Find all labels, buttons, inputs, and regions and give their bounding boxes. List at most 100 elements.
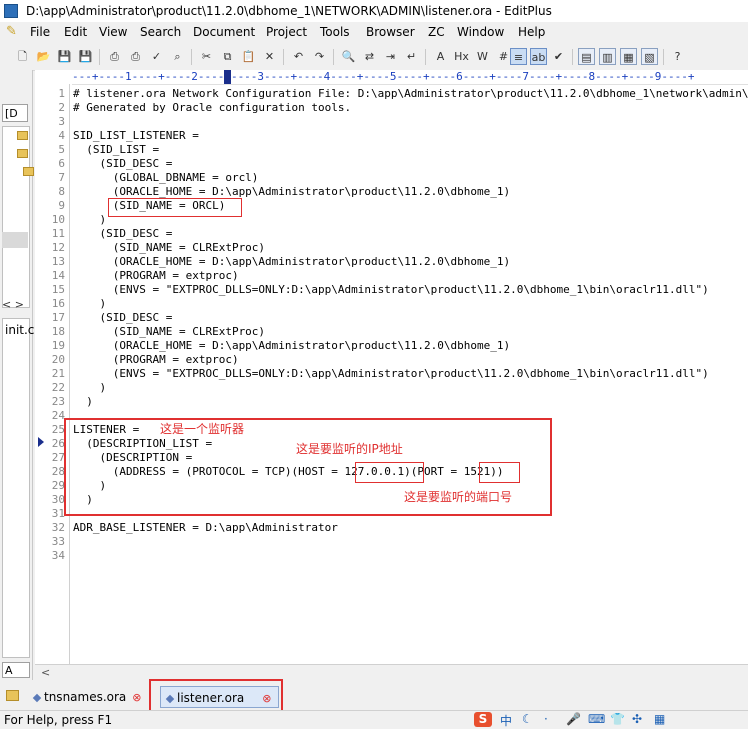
code-line[interactable]: (PROGRAM = extproc) [73,269,239,283]
output-window-icon[interactable]: ▦ [620,48,637,65]
punctuation-icon[interactable]: · [544,712,548,726]
mic-icon[interactable]: 🎤 [566,712,581,726]
code-line[interactable]: ) [73,213,106,227]
code-line[interactable]: ADR_BASE_LISTENER = D:\app\Administrator [73,521,338,535]
menu-view[interactable]: View [99,25,127,39]
code-line[interactable]: (ORACLE_HOME = D:\app\Administrator\prod… [73,339,510,353]
folder-tree[interactable] [2,126,34,308]
menu-help[interactable]: Help [518,25,545,39]
directory-window-icon[interactable]: ▤ [578,48,595,65]
horizontal-scrollbar[interactable]: < [35,664,748,682]
redo-icon[interactable]: ↷ [311,48,328,65]
close-icon[interactable]: ⊗ [132,691,141,704]
line-number: 25 [51,423,65,436]
code-line[interactable]: (SID_LIST = [73,143,159,157]
shirt-icon[interactable]: 👕 [610,712,625,726]
file-list-item[interactable]: init.c [5,323,34,337]
delete-icon[interactable]: ✕ [261,48,278,65]
copy-icon[interactable]: ⧉ [219,48,236,65]
grid-icon[interactable]: ▦ [654,712,665,726]
moon-icon[interactable]: ☾ [522,712,533,726]
code-line[interactable]: # listener.ora Network Configuration Fil… [73,87,748,101]
find-icon[interactable]: 🔍 [340,48,357,65]
line-number: 29 [51,479,65,492]
menu-project[interactable]: Project [266,25,307,39]
tools-icon[interactable]: ✣ [632,712,642,726]
folder-icon[interactable] [17,149,28,158]
line-number: 31 [51,507,65,520]
tab-tnsnames[interactable]: tnsnames.ora ⊗ [32,686,142,708]
font-icon[interactable]: A [432,48,449,65]
menu-zc[interactable]: ZC [428,25,445,39]
save-all-icon[interactable]: 💾 [77,48,94,65]
file-filter-combo[interactable]: A [2,662,30,678]
ime-mode-chinese[interactable]: 中 [500,712,512,729]
code-line[interactable]: (PROGRAM = extproc) [73,353,239,367]
tree-scroll-arrows[interactable]: < > [2,298,24,311]
cut-icon[interactable]: ✂ [198,48,215,65]
save-icon[interactable]: 💾 [56,48,73,65]
line-number: 33 [51,535,65,548]
spellcheck-as-you-type-icon[interactable]: ab [530,48,547,65]
ruler-toggle-icon[interactable]: ≡ [510,48,527,65]
scroll-left-icon[interactable]: < [41,666,50,679]
paste-icon[interactable]: 📋 [240,48,257,65]
code-line[interactable]: ) [73,297,106,311]
code-line[interactable]: ) [73,395,93,409]
code-line[interactable]: (GLOBAL_DBNAME = orcl) [73,171,259,185]
active-tab-highlight [149,679,283,713]
directory-panel: [D < > init.c A [0,70,34,680]
drive-dropdown[interactable]: [D [2,104,28,122]
menu-tools[interactable]: Tools [320,25,350,39]
menu-browser[interactable]: Browser [366,25,415,39]
line-number: 22 [51,381,65,394]
code-line[interactable]: (SID_DESC = [73,311,172,325]
code-line[interactable]: (ENVS = "EXTPROC_DLLS=ONLY:D:\app\Admini… [73,283,709,297]
browser-window-icon[interactable]: ▧ [641,48,658,65]
undo-icon[interactable]: ↶ [290,48,307,65]
keyboard-icon[interactable]: ⌨ [588,712,605,726]
sogou-ime-icon[interactable]: S [474,712,492,727]
menu-file[interactable]: File [30,25,50,39]
open-folder-icon[interactable]: 📂 [35,48,52,65]
help-pointer-icon[interactable]: ? [669,48,686,65]
code-line[interactable]: (SID_NAME = CLRExtProc) [73,325,265,339]
cliptext-window-icon[interactable]: ▥ [599,48,616,65]
code-line[interactable]: (ORACLE_HOME = D:\app\Administrator\prod… [73,185,510,199]
code-line[interactable]: (ENVS = "EXTPROC_DLLS=ONLY:D:\app\Admini… [73,367,709,381]
spell-check-icon[interactable]: ✓ [148,48,165,65]
code-line[interactable]: SID_LIST_LISTENER = [73,129,199,143]
new-file-icon[interactable]: 🗋 [14,48,31,65]
checkmark-icon[interactable]: ✔ [550,48,567,65]
code-line[interactable]: ) [73,381,106,395]
replace-icon[interactable]: ⇄ [361,48,378,65]
menu-document[interactable]: Document [193,25,255,39]
find-next-icon[interactable]: ⇥ [382,48,399,65]
line-number: 23 [51,395,65,408]
file-list[interactable]: init.c [2,318,34,658]
goto-icon[interactable]: ↵ [403,48,420,65]
toolbar-divider [283,49,284,65]
folder-icon[interactable] [23,167,34,176]
folder-icon[interactable] [17,131,28,140]
code-line[interactable]: (SID_DESC = [73,157,172,171]
print-preview-icon[interactable]: ⎙ [106,48,123,65]
folder-tree-selection[interactable] [2,232,28,248]
folder-icon[interactable] [6,690,19,701]
code-line[interactable]: (SID_DESC = [73,227,172,241]
find-replace-icon[interactable]: ⌕ [169,48,186,65]
menu-search[interactable]: Search [140,25,181,39]
code-line[interactable]: # Generated by Oracle configuration tool… [73,101,351,115]
current-line-marker-icon [38,437,44,447]
pencil-icon: ✎ [6,24,17,39]
hex-view-icon[interactable]: Hx [453,48,470,65]
ruler-cursor-marker [224,70,231,84]
code-line[interactable]: (ORACLE_HOME = D:\app\Administrator\prod… [73,255,510,269]
print-icon[interactable]: ⎙ [127,48,144,65]
menu-edit[interactable]: Edit [64,25,87,39]
word-wrap-icon[interactable]: W [474,48,491,65]
editor-pane[interactable]: ---+----1----+----2----+----3----+----4-… [35,70,748,664]
code-line[interactable]: (SID_NAME = CLRExtProc) [73,241,265,255]
menu-window[interactable]: Window [457,25,504,39]
line-number: 4 [58,129,65,142]
